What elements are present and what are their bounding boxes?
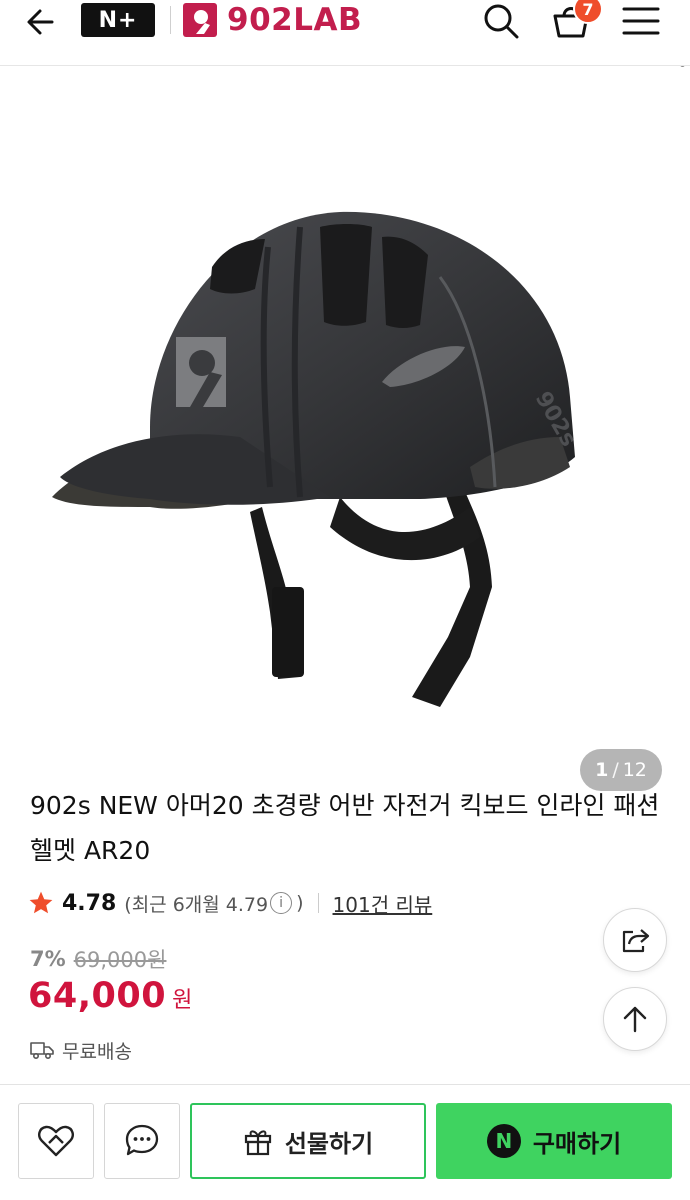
- rating-row: 4.78 (최근 6개월 4.79 i ) 101건 리뷰: [28, 885, 432, 921]
- buy-button[interactable]: N 구매하기: [436, 1103, 672, 1179]
- discount-percent: 7%: [30, 947, 66, 971]
- brand-logo[interactable]: 902LAB: [183, 1, 362, 39]
- truck-icon: [30, 1042, 54, 1060]
- talk-button[interactable]: [104, 1103, 180, 1179]
- brand-mark-icon: [183, 3, 217, 37]
- original-price: 69,000원: [73, 948, 167, 972]
- cart-count-badge: 7: [573, 0, 603, 24]
- price-row: 64,000 원: [28, 976, 192, 1022]
- gift-icon: [244, 1130, 271, 1156]
- currency-unit: 원: [172, 988, 193, 1013]
- back-button[interactable]: [22, 4, 62, 40]
- share-button[interactable]: [603, 908, 667, 972]
- scroll-top-button[interactable]: [603, 987, 667, 1051]
- rating-value: 4.78: [62, 890, 117, 916]
- top-header: N+ 902LAB 7: [0, 0, 690, 66]
- product-title: 902s NEW 아머20 초경량 어반 자전거 킥보드 인라인 패션 헬멧 A…: [30, 791, 660, 865]
- gift-button[interactable]: 선물하기: [190, 1103, 426, 1179]
- naver-pay-logo-icon: N: [486, 1124, 521, 1158]
- rating-divider: [317, 893, 319, 913]
- pager-total: 12: [622, 759, 647, 781]
- menu-button[interactable]: [620, 3, 662, 39]
- recent-rating: (최근 6개월 4.79: [124, 893, 269, 916]
- arrow-up-icon: [623, 1006, 647, 1033]
- info-icon[interactable]: i: [270, 892, 293, 914]
- chat-bubble-icon: [125, 1124, 159, 1156]
- arrow-left-icon: [27, 9, 54, 35]
- shipping-label: 무료배송: [62, 1040, 132, 1063]
- bottom-action-bar: 선물하기 N 구매하기: [0, 1084, 690, 1200]
- review-count-link[interactable]: 101건 리뷰: [333, 889, 433, 918]
- star-icon: [29, 891, 53, 914]
- discount-row: 7% 69,000원: [30, 942, 166, 976]
- sale-price: 64,000: [28, 976, 167, 1016]
- recent-rating-close: ): [296, 892, 304, 914]
- brand-name: 902LAB: [227, 2, 363, 38]
- buy-label: 구매하기: [532, 1129, 622, 1158]
- header-divider: [170, 6, 171, 34]
- share-icon: [622, 929, 650, 953]
- search-icon: [484, 4, 519, 39]
- helmet-image: 902s: [52, 211, 581, 707]
- pager-separator: /: [612, 759, 619, 781]
- pager-current: 1: [595, 759, 609, 781]
- product-image-gallery[interactable]: 902s 1 / 12: [0, 67, 690, 791]
- wishlist-button[interactable]: [18, 1103, 94, 1179]
- naver-plus-button[interactable]: N+: [81, 3, 155, 37]
- heart-icon: [38, 1125, 74, 1157]
- search-button[interactable]: [480, 0, 522, 42]
- hamburger-menu-icon: [622, 7, 660, 35]
- gift-label: 선물하기: [284, 1129, 374, 1158]
- shipping-info: 무료배송: [30, 1035, 132, 1065]
